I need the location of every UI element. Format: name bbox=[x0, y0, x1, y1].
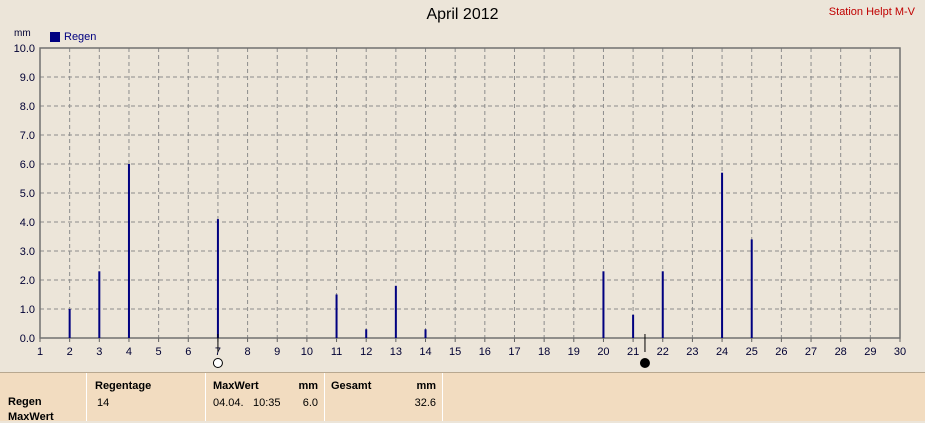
rain-bar bbox=[632, 314, 635, 338]
rain-bar bbox=[424, 329, 427, 338]
gesamt-cell: Gesamt mm 32.6 bbox=[324, 373, 442, 421]
rain-bar bbox=[750, 239, 753, 338]
rain-bar bbox=[661, 271, 664, 338]
rain-chart: 0.01.02.03.04.05.06.07.08.09.010.01 2 3 4 5 6… bbox=[14, 43, 906, 368]
gesamt-value: 32.6 bbox=[414, 397, 436, 409]
rain-bar bbox=[602, 271, 605, 338]
x-tick-label: 15 bbox=[449, 346, 461, 358]
regentage-label: Regentage bbox=[95, 380, 152, 392]
maxwert-cell: MaxWert mm 04.04. 10:35 6.0 bbox=[205, 373, 324, 421]
x-tick-label: 2 bbox=[67, 346, 73, 358]
rain-bar bbox=[394, 285, 397, 338]
x-tick-label: 17 bbox=[508, 346, 520, 358]
y-tick-label: 2.0 bbox=[20, 275, 35, 287]
y-tick-label: 0.0 bbox=[20, 333, 35, 345]
x-tick-label: 20 bbox=[597, 346, 609, 358]
x-tick-label: 6 bbox=[185, 346, 191, 358]
empty-cell bbox=[442, 373, 925, 421]
y-tick-label: 6.0 bbox=[20, 159, 35, 171]
x-tick-label: 21 bbox=[627, 346, 639, 358]
y-tick-label: 3.0 bbox=[20, 246, 35, 258]
legend-label: Regen bbox=[64, 31, 97, 43]
y-tick-label: 8.0 bbox=[20, 101, 35, 113]
y-tick-label: 1.0 bbox=[20, 304, 35, 316]
full-moon-icon bbox=[212, 358, 223, 368]
x-tick-label: 4 bbox=[126, 346, 132, 358]
gesamt-unit: mm bbox=[416, 380, 436, 392]
x-tick-label: 11 bbox=[331, 346, 342, 358]
row-label-regen: Regen bbox=[8, 396, 42, 408]
maxwert-unit: mm bbox=[298, 380, 318, 392]
rain-bar bbox=[216, 219, 219, 338]
legend-swatch bbox=[50, 32, 60, 42]
rain-bar bbox=[68, 309, 71, 338]
x-tick-label: 27 bbox=[805, 346, 817, 358]
regentage-value: 14 bbox=[97, 397, 110, 409]
x-tick-label: 16 bbox=[479, 346, 491, 358]
x-tick-label: 29 bbox=[864, 346, 876, 358]
x-tick-label: 12 bbox=[360, 346, 372, 358]
x-tick-label: 14 bbox=[419, 346, 431, 358]
station-name: Station Helpt M-V bbox=[828, 6, 915, 18]
maxwert-date: 04.04. bbox=[213, 397, 244, 409]
rain-bar bbox=[365, 329, 368, 338]
x-tick-label: 28 bbox=[835, 346, 847, 358]
x-tick-label: 24 bbox=[716, 346, 728, 358]
y-tick-label: 9.0 bbox=[20, 72, 35, 84]
x-tick-label: 10 bbox=[301, 346, 313, 358]
y-tick-label: 10.0 bbox=[14, 43, 35, 55]
y-tick-label: 4.0 bbox=[20, 217, 35, 229]
legend: Regen bbox=[50, 31, 96, 43]
y-axis-unit: mm bbox=[14, 28, 31, 39]
x-tick-label: 8 bbox=[245, 346, 251, 358]
x-tick-label: 9 bbox=[274, 346, 280, 358]
x-tick-label: 26 bbox=[775, 346, 787, 358]
maxwert-value: 6.0 bbox=[302, 397, 318, 409]
new-moon-icon bbox=[639, 358, 650, 368]
x-tick-label: 23 bbox=[686, 346, 698, 358]
chart-title: April 2012 bbox=[426, 6, 499, 23]
x-tick-label: 5 bbox=[156, 346, 162, 358]
x-tick-label: 22 bbox=[657, 346, 669, 358]
regentage-cell: Regentage 14 bbox=[86, 373, 205, 421]
summary-panel: Regen MaxWert Regentage 14 MaxWert mm 04… bbox=[0, 372, 925, 423]
x-tick-label: 3 bbox=[96, 346, 102, 358]
x-tick-label: 30 bbox=[894, 346, 906, 358]
maxwert-time: 10:35 bbox=[253, 397, 281, 409]
x-tick-label: 1 bbox=[37, 346, 43, 358]
rain-bar bbox=[721, 172, 724, 338]
rain-bar bbox=[335, 294, 338, 338]
maxwert-label: MaxWert bbox=[213, 380, 259, 392]
x-tick-label: 18 bbox=[538, 346, 550, 358]
y-tick-label: 5.0 bbox=[20, 188, 35, 200]
row-label-maxwert: MaxWert bbox=[8, 411, 54, 423]
rain-bar bbox=[127, 164, 130, 338]
x-tick-label: 13 bbox=[390, 346, 402, 358]
gesamt-label: Gesamt bbox=[331, 380, 372, 392]
y-tick-label: 7.0 bbox=[20, 130, 35, 142]
x-tick-label: 25 bbox=[746, 346, 758, 358]
rain-bar bbox=[98, 271, 101, 338]
x-tick-label: 19 bbox=[568, 346, 580, 358]
